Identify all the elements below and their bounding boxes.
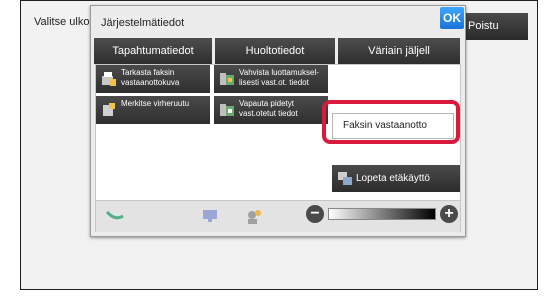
tab-panel: Tarkasta faksin vastaanottokuva Vahvista… — [95, 64, 461, 232]
release-held-icon — [220, 104, 234, 116]
highlight-box — [322, 100, 460, 144]
brightness-slider[interactable]: − + — [306, 205, 460, 225]
tab-service-info[interactable]: Huoltotiedot — [215, 38, 335, 64]
dialog-title: Järjestelmätiedot — [101, 17, 185, 29]
mark-error-button[interactable]: Merkitse virheruutu — [96, 96, 210, 124]
mark-error-label: Merkitse virheruutu — [121, 99, 190, 108]
ok-button[interactable]: OK — [440, 7, 464, 29]
phone-icon — [106, 210, 124, 220]
background-title: Valitse ulkoi — [34, 16, 92, 28]
confirm-confidential-label: Vahvista luottamuksel- lisesti vast.ot. … — [239, 68, 319, 87]
screen-icon — [203, 210, 217, 222]
release-held-button[interactable]: Vapauta pidetyt vast.otetut tiedot — [214, 96, 328, 124]
minus-icon[interactable]: − — [306, 205, 324, 223]
check-fax-image-label: Tarkasta faksin vastaanottokuva — [121, 68, 180, 87]
brightness-track[interactable] — [328, 208, 436, 220]
plus-icon[interactable]: + — [440, 205, 458, 223]
stop-remote-label: Lopeta etäkäyttö — [356, 173, 430, 184]
check-fax-image-button[interactable]: Tarkasta faksin vastaanottokuva — [96, 65, 210, 93]
stop-remote-button[interactable]: Lopeta etäkäyttö — [332, 165, 460, 192]
tab-event-info[interactable]: Tapahtumatiedot — [94, 38, 212, 64]
remote-icon — [338, 172, 352, 185]
mark-error-icon — [103, 103, 115, 116]
user-icon — [248, 210, 261, 224]
confirm-confidential-button[interactable]: Vahvista luottamuksel- lisesti vast.ot. … — [214, 65, 328, 93]
tab-toner-remaining[interactable]: Väriain jäljell — [338, 38, 460, 64]
exit-button[interactable]: Poistu — [460, 13, 528, 40]
confidential-receive-icon — [220, 73, 234, 85]
release-held-label: Vapauta pidetyt vast.otetut tiedot — [239, 99, 298, 118]
fax-image-icon — [102, 72, 116, 86]
status-bar: − + — [96, 200, 460, 232]
